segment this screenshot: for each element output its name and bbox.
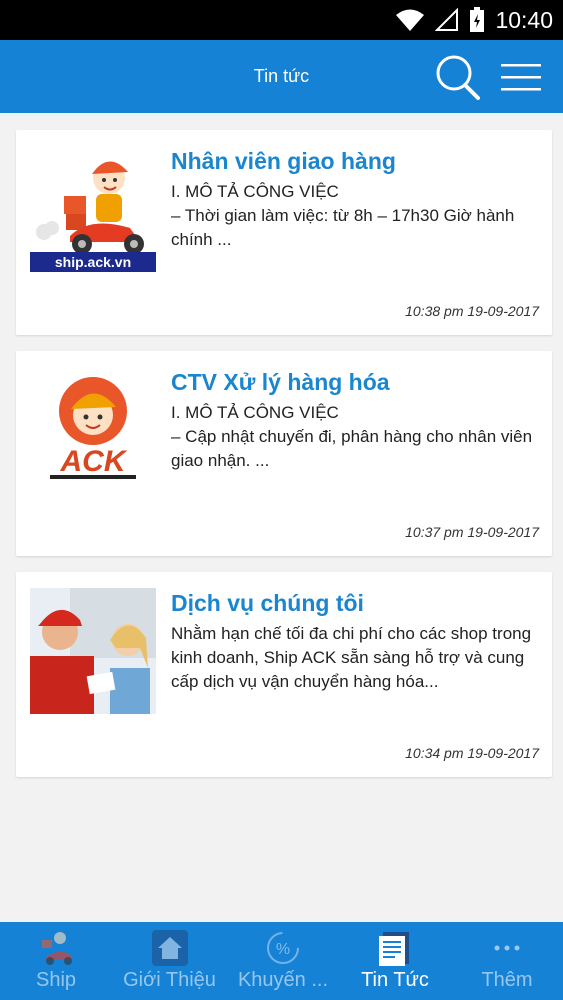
news-excerpt: I. MÔ TẢ CÔNG VIỆC – Cập nhật chuyến đi,… <box>171 403 533 470</box>
nav-label: Thêm <box>481 969 533 991</box>
nav-item-them[interactable]: Thêm <box>451 922 563 1000</box>
search-button[interactable] <box>433 52 483 102</box>
news-title[interactable]: CTV Xử lý hàng hóa <box>171 369 541 396</box>
nav-label: Tin Tức <box>361 969 429 991</box>
nav-item-gioi-thieu[interactable]: Giới Thiệu <box>112 922 227 1000</box>
wifi-icon <box>396 9 425 31</box>
news-excerpt: I. MÔ TẢ CÔNG VIỆC – Thời gian làm việc:… <box>171 182 515 249</box>
news-title[interactable]: Dịch vụ chúng tôi <box>171 590 541 617</box>
news-date: 10:37 pm 19-09-2017 <box>405 524 539 540</box>
status-time: 10:40 <box>495 6 553 33</box>
delivery-mascot-icon: ship.ack.vn <box>30 146 156 272</box>
percent-icon: % <box>267 932 299 964</box>
news-date: 10:38 pm 19-09-2017 <box>405 303 539 319</box>
nav-item-khuyen-mai[interactable]: % Khuyến ... <box>227 922 339 1000</box>
nav-label: Ship <box>35 969 77 991</box>
menu-button[interactable] <box>497 54 545 100</box>
thumbnail-caption: ship.ack.vn <box>55 254 131 270</box>
battery-charging-icon <box>470 7 485 32</box>
home-icon <box>151 930 188 966</box>
app-bar: Tin tức <box>0 40 563 113</box>
news-thumbnail: ACK <box>30 367 156 493</box>
news-excerpt: Nhằm hạn chế tối đa chi phí cho các shop… <box>171 624 532 691</box>
thumbnail-caption: ACK <box>60 445 128 478</box>
more-dots-icon <box>494 945 520 951</box>
news-thumbnail: ship.ack.vn <box>30 146 156 272</box>
nav-label: Giới Thiệu <box>123 969 216 991</box>
nav-item-ship[interactable]: Ship <box>0 922 112 1000</box>
hamburger-menu-icon <box>501 64 541 91</box>
svg-text:%: % <box>276 941 290 958</box>
ship-scooter-icon <box>42 932 72 965</box>
nav-item-tin-tuc[interactable]: Tin Tức <box>339 922 451 1000</box>
news-thumbnail <box>30 588 156 714</box>
delivery-photo-icon <box>30 588 156 714</box>
news-date: 10:34 pm 19-09-2017 <box>405 745 539 761</box>
news-title[interactable]: Nhân viên giao hàng <box>171 148 541 175</box>
ack-logo-icon: ACK <box>30 367 156 493</box>
signal-icon <box>435 8 459 31</box>
nav-label: Khuyến ... <box>237 969 329 991</box>
news-card[interactable]: Dịch vụ chúng tôi Nhằm hạn chế tối đa ch… <box>16 572 552 777</box>
search-icon <box>436 55 480 100</box>
newspaper-icon <box>379 932 409 966</box>
status-bar: 10:40 <box>0 0 563 40</box>
bottom-nav: Ship Giới Thiệu % Khuyến ... Tin Tức Thê… <box>0 922 563 1000</box>
news-card[interactable]: ship.ack.vn Nhân viên giao hàng I. MÔ TẢ… <box>16 130 552 335</box>
status-icons: 10:40 <box>395 0 553 40</box>
news-card[interactable]: ACK CTV Xử lý hàng hóa I. MÔ TẢ CÔNG VIỆ… <box>16 351 552 556</box>
